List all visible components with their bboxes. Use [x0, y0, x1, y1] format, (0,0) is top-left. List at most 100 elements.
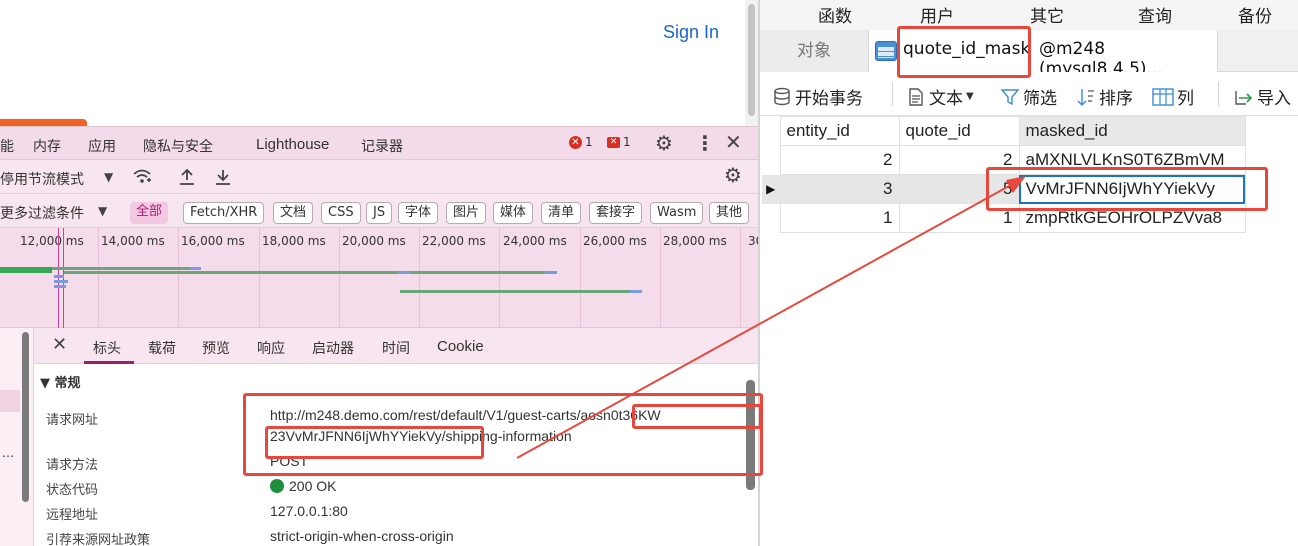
filter-chip-fetch-xhr[interactable]: Fetch/XHR — [183, 202, 265, 224]
cell-entity-id[interactable]: 2 — [779, 145, 900, 175]
selected-request-row[interactable] — [0, 390, 20, 412]
close-devtools-icon[interactable]: ✕ — [725, 132, 742, 152]
referrer-policy-value: strict-origin-when-cross-origin — [270, 528, 454, 544]
filter-chip-other[interactable]: 其他 — [709, 202, 750, 224]
import-button[interactable]: 导入 — [1232, 84, 1291, 109]
column-header-masked-id[interactable]: masked_id — [1018, 116, 1246, 146]
filter-chip-all[interactable]: 全部 — [130, 202, 169, 224]
column-header-quote-id[interactable]: quote_id — [898, 116, 1020, 146]
error-icon: ✕ — [569, 135, 582, 149]
tab-application[interactable]: 应用 — [88, 136, 116, 156]
waterfall-bar — [54, 275, 64, 278]
status-code-value: 200 OK — [289, 478, 337, 494]
tab-headers[interactable]: 标头 — [93, 338, 121, 358]
database-icon — [774, 87, 790, 105]
more-filters-button[interactable]: 更多过滤条件 — [0, 203, 84, 223]
tab-memory[interactable]: 内存 — [33, 136, 61, 156]
filter-chip-img[interactable]: 图片 — [446, 202, 487, 224]
tick-label: 16,000 ms — [181, 234, 245, 248]
general-section-header[interactable]: ▼ 常规 — [40, 372, 81, 391]
request-list[interactable]: … — [0, 328, 34, 546]
filter-chip-socket[interactable]: 套接字 — [589, 202, 643, 224]
page-scrollbar[interactable] — [745, 0, 758, 126]
menu-backup[interactable]: 备份 — [1238, 2, 1272, 27]
tab-initiator[interactable]: 启动器 — [312, 338, 354, 358]
request-list-scrollbar[interactable] — [22, 332, 29, 502]
tab-performance[interactable]: 能 — [0, 136, 14, 156]
menu-users[interactable]: 用户 — [920, 2, 954, 27]
network-timeline-overview[interactable]: 12,000 ms 14,000 ms 16,000 ms 18,000 ms … — [0, 228, 758, 328]
error-count-badge[interactable]: ✕ 1 — [569, 135, 593, 149]
network-settings-gear-icon[interactable]: ⚙ — [724, 165, 742, 185]
menu-query[interactable]: 查询 — [1138, 2, 1172, 27]
menu-others[interactable]: 其它 — [1030, 2, 1064, 27]
navicat-toolbar: 开始事务 文本 ▼ 筛选 排序 列 导入 — [760, 72, 1298, 116]
tab-recorder[interactable]: 记录器 — [361, 136, 403, 156]
more-options-icon[interactable]: ⋮ — [695, 133, 715, 153]
issue-count-badge[interactable]: ✕ 1 — [607, 135, 631, 149]
tab-timing[interactable]: 时间 — [382, 338, 410, 358]
request-url-label: 请求网址 — [46, 413, 99, 428]
filter-chip-doc[interactable]: 文档 — [273, 202, 314, 224]
tab-privacy-security[interactable]: 隐私与安全 — [143, 136, 213, 156]
sort-label: 排序 — [1099, 89, 1133, 109]
tab-preview[interactable]: 预览 — [202, 338, 230, 358]
waterfall-bar — [410, 271, 545, 274]
sort-icon — [1077, 88, 1094, 106]
status-code: 200 OK — [270, 478, 336, 494]
waterfall-bar — [54, 280, 68, 283]
cell-entity-id[interactable]: 1 — [779, 203, 900, 233]
tick-label: 28,000 ms — [663, 234, 727, 248]
devtools-panel-tabs: 能 内存 应用 隐私与安全 Lighthouse 记录器 ✕ 1 ✕ 1 ⚙ ⋮… — [0, 126, 758, 160]
row-indicator — [762, 204, 780, 233]
filter-chip-js[interactable]: JS — [366, 202, 393, 224]
settings-gear-icon[interactable]: ⚙ — [655, 133, 673, 153]
text-view-button[interactable]: 文本 ▼ — [906, 84, 974, 109]
tab-lighthouse[interactable]: Lighthouse — [256, 136, 329, 153]
annotation-box-url-mask-part2 — [265, 426, 484, 459]
menu-functions[interactable]: 函数 — [818, 2, 852, 27]
filter-chip-manifest[interactable]: 清单 — [541, 202, 582, 224]
tick-line — [98, 228, 99, 328]
web-page: Sign In — [0, 0, 758, 126]
network-conditions-icon[interactable] — [132, 168, 154, 186]
page-scrollbar-thumb[interactable] — [748, 4, 755, 116]
tick-label: 24,000 ms — [503, 234, 567, 248]
tick-line — [660, 228, 661, 328]
tick-line — [580, 228, 581, 328]
tab-cookie[interactable]: Cookie — [437, 338, 484, 355]
toolbar-divider — [1218, 82, 1219, 106]
upload-icon[interactable] — [178, 168, 196, 186]
begin-transaction-button[interactable]: 开始事务 — [772, 84, 863, 109]
column-header-entity-id[interactable]: entity_id — [779, 116, 900, 146]
chevron-down-icon[interactable]: ▼ — [98, 204, 107, 218]
throttle-select[interactable]: 停用节流模式 — [0, 169, 84, 189]
sign-in-link[interactable]: Sign In — [663, 22, 719, 43]
toolbar-divider — [892, 82, 893, 106]
tick-line — [339, 228, 340, 328]
sort-button[interactable]: 排序 — [1076, 84, 1133, 109]
chevron-down-icon[interactable]: ▼ — [104, 170, 113, 184]
tick-label: 30 — [748, 234, 758, 248]
filter-chip-wasm[interactable]: Wasm — [650, 202, 704, 224]
issue-count: 1 — [623, 135, 631, 149]
filter-chip-media[interactable]: 媒体 — [493, 202, 534, 224]
filter-chip-css[interactable]: CSS — [321, 202, 361, 224]
tab-response[interactable]: 响应 — [257, 338, 285, 358]
funnel-icon — [1000, 88, 1020, 105]
import-icon — [1235, 90, 1253, 105]
waterfall-bar — [400, 290, 630, 293]
filter-chip-font[interactable]: 字体 — [398, 202, 439, 224]
time-cursor[interactable] — [58, 228, 64, 328]
close-detail-icon[interactable]: ✕ — [52, 336, 67, 354]
filter-button[interactable]: 筛选 — [1000, 84, 1057, 109]
tab-payload[interactable]: 载荷 — [148, 338, 176, 358]
columns-button[interactable]: 列 — [1152, 84, 1194, 109]
collapse-triangle-icon: ▼ — [40, 376, 50, 391]
download-icon[interactable] — [214, 168, 232, 186]
request-detail-tabs: ✕ 标头 载荷 预览 响应 启动器 时间 Cookie — [34, 328, 758, 364]
header-spacer — [762, 116, 780, 146]
cell-entity-id[interactable]: 3 — [779, 174, 900, 204]
annotation-box-masked-id-row — [986, 167, 1268, 211]
tab-objects[interactable]: 对象 — [760, 30, 868, 72]
